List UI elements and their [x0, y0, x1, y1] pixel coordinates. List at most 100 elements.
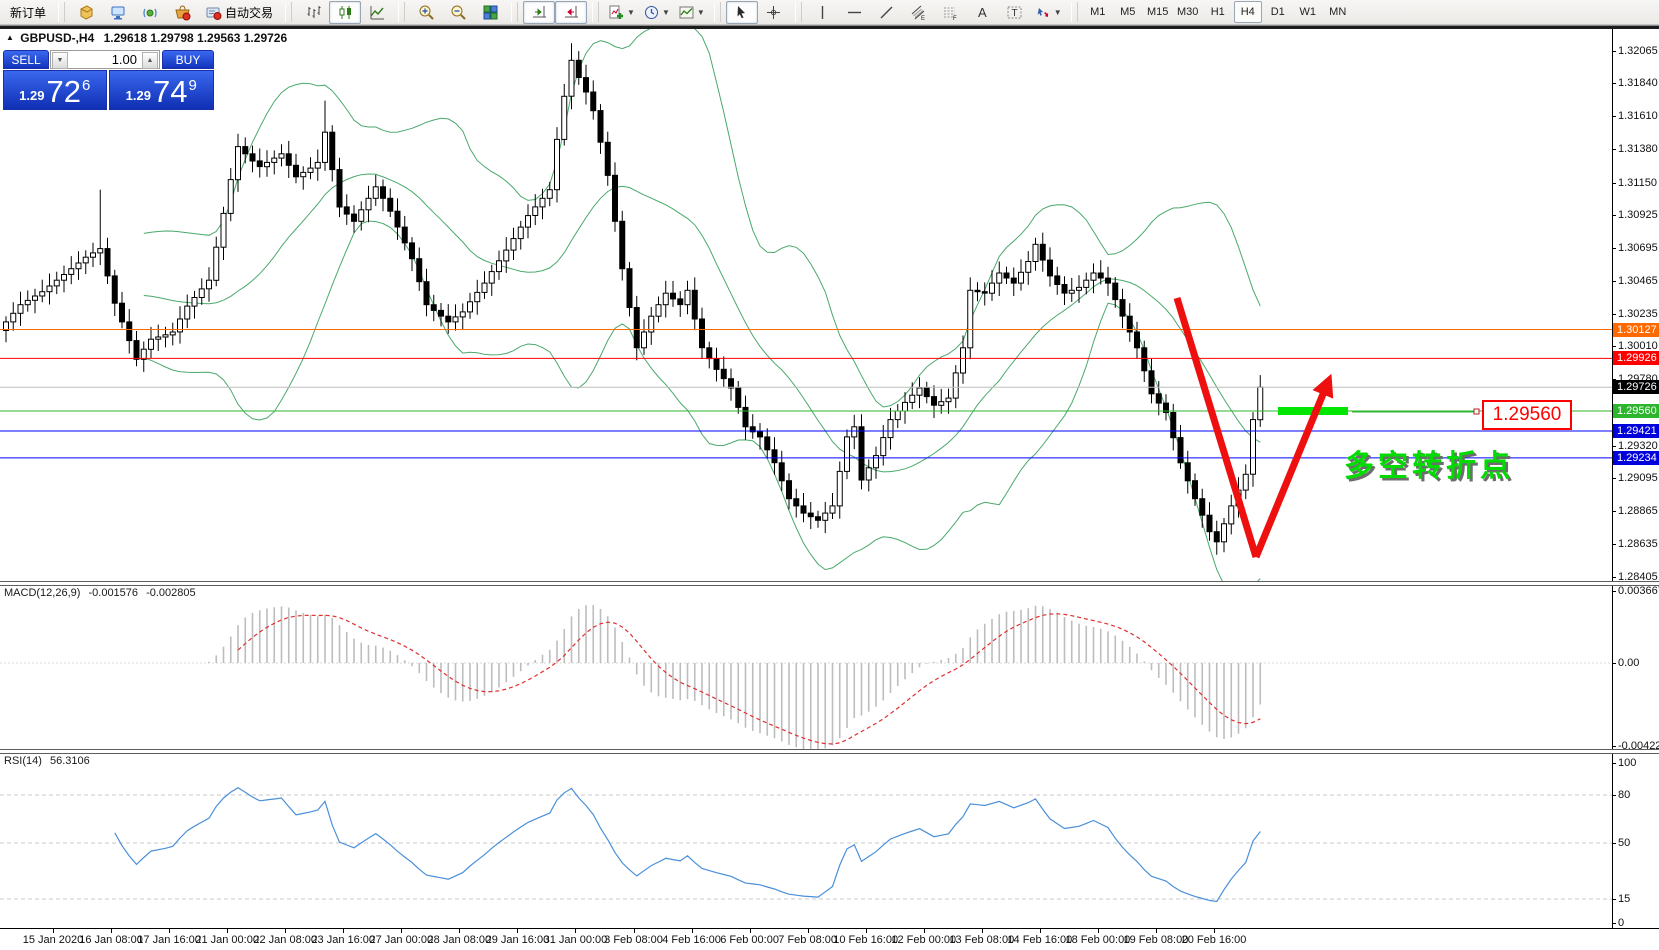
candle-body — [721, 369, 726, 378]
candle-body — [439, 310, 444, 316]
chevron-down-icon: ▼ — [697, 8, 705, 17]
sell-button[interactable]: SELL — [3, 50, 49, 69]
time-tick — [808, 928, 809, 933]
auto-scroll-icon[interactable] — [523, 1, 555, 24]
candle-body — [1106, 278, 1111, 283]
zoom-in-icon[interactable] — [410, 1, 442, 24]
periods-icon[interactable]: ▼ — [639, 1, 674, 24]
candle-body — [279, 154, 284, 158]
price-tick-label: 1.29095 — [1618, 472, 1659, 485]
main-chart[interactable] — [0, 28, 1659, 581]
candle-body — [337, 170, 342, 207]
timeframe-h1[interactable]: H1 — [1204, 1, 1232, 23]
equidistant-channel-icon[interactable]: E — [903, 1, 935, 24]
price-tick-label: 1.31610 — [1618, 110, 1659, 123]
auto-trading-button[interactable]: 自动交易 — [198, 1, 280, 24]
timeframe-m1[interactable]: M1 — [1084, 1, 1112, 23]
candle-body — [98, 249, 103, 253]
timeframe-mn[interactable]: MN — [1324, 1, 1352, 23]
tile-windows-icon[interactable] — [474, 1, 506, 24]
volume-increase-button[interactable]: ▲ — [142, 52, 158, 69]
candle-body — [1011, 278, 1016, 283]
rsi-label: RSI(14) 56.3106 — [4, 755, 90, 767]
panel-splitter[interactable] — [0, 581, 1659, 586]
candle-body — [112, 276, 117, 303]
sell-price-button[interactable]: 1.29 72 6 — [3, 70, 107, 110]
price-tick-label: 1.31150 — [1618, 177, 1659, 190]
time-tick — [575, 928, 576, 933]
signals-icon[interactable] — [134, 1, 166, 24]
candle-body — [424, 282, 429, 305]
price-callout-label[interactable]: 1.29560 — [1482, 400, 1572, 430]
candle-body — [18, 305, 23, 314]
virtual-hosting-icon[interactable] — [102, 1, 134, 24]
candle-body — [953, 373, 958, 398]
timeframe-d1[interactable]: D1 — [1264, 1, 1292, 23]
fibonacci-icon[interactable]: F — [935, 1, 967, 24]
candle-body — [330, 132, 335, 169]
timeframe-w1[interactable]: W1 — [1294, 1, 1322, 23]
text-label-icon[interactable]: T — [999, 1, 1031, 24]
rsi-axis-tick — [1612, 763, 1616, 764]
time-tick — [401, 928, 402, 933]
cursor-icon[interactable] — [726, 1, 758, 24]
buy-price-prefix: 1.29 — [126, 88, 151, 103]
price-tick — [1612, 183, 1616, 184]
trendline-icon[interactable] — [871, 1, 903, 24]
time-tick — [866, 928, 867, 933]
candle-body — [482, 283, 487, 292]
candle-body — [141, 349, 146, 359]
candle-body — [678, 299, 683, 305]
arrows-icon[interactable]: ▼ — [1031, 1, 1066, 24]
volume-decrease-button[interactable]: ▼ — [52, 52, 68, 69]
zoom-out-icon[interactable] — [442, 1, 474, 24]
time-tick — [692, 928, 693, 933]
timeframe-m5[interactable]: M5 — [1114, 1, 1142, 23]
time-tick — [517, 928, 518, 933]
text-icon[interactable]: A — [967, 1, 999, 24]
candlestick-chart-icon[interactable] — [329, 1, 361, 24]
time-tick-label: 19 Feb 08:00 — [1124, 934, 1189, 946]
timeframe-h4[interactable]: H4 — [1234, 1, 1262, 23]
buy-price-button[interactable]: 1.29 74 9 — [109, 70, 215, 110]
candle-body — [1077, 287, 1082, 290]
time-tick-label: 12 Feb 00:00 — [891, 934, 956, 946]
indicators-icon[interactable]: ▼ — [604, 1, 639, 24]
candle-body — [352, 214, 357, 221]
market-icon[interactable] — [166, 1, 198, 24]
crosshair-icon[interactable] — [758, 1, 790, 24]
macd-panel[interactable] — [0, 584, 1659, 749]
rsi-panel[interactable] — [0, 752, 1659, 928]
time-tick — [1156, 928, 1157, 933]
price-tick — [1612, 478, 1616, 479]
templates-icon[interactable]: ▼ — [674, 1, 709, 24]
timeframe-m15[interactable]: M15 — [1144, 1, 1172, 23]
vertical-line-icon[interactable] — [807, 1, 839, 24]
history-center-icon[interactable] — [70, 1, 102, 24]
turning-point-label[interactable]: 多空转折点 — [1344, 441, 1514, 485]
candle-body — [1171, 413, 1176, 438]
chart-shift-icon[interactable] — [555, 1, 587, 24]
time-tick-label: 15 Jan 2020 — [23, 934, 84, 946]
candle-body — [105, 249, 110, 276]
buy-button[interactable]: BUY — [162, 50, 214, 69]
price-tick — [1612, 577, 1616, 578]
price-level-badge: 1.30127 — [1613, 323, 1659, 337]
price-tick — [1612, 446, 1616, 447]
bars-chart-icon[interactable] — [297, 1, 329, 24]
trend-arrow[interactable] — [1177, 298, 1256, 557]
line-chart-icon[interactable] — [361, 1, 393, 24]
panel-splitter[interactable] — [0, 749, 1659, 754]
horizontal-line-icon[interactable] — [839, 1, 871, 24]
candle-body — [83, 257, 88, 263]
candle-body — [1156, 394, 1161, 403]
candle-body — [692, 290, 697, 319]
timeframe-m30[interactable]: M30 — [1174, 1, 1202, 23]
candle-body — [497, 261, 502, 272]
time-tick-label: 7 Feb 08:00 — [778, 934, 837, 946]
window-marker-icon: ▲ — [6, 33, 14, 42]
new-order-button[interactable]: 新订单 — [3, 1, 53, 24]
callout-anchor — [1474, 409, 1479, 414]
rsi-line — [115, 788, 1261, 902]
candle-body — [1185, 463, 1190, 481]
